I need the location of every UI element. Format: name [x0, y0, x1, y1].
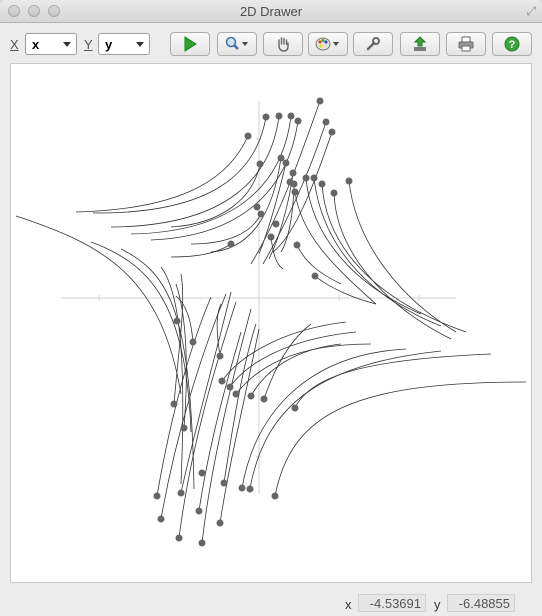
toolbar: X x Y y ?	[0, 23, 542, 63]
export-icon	[413, 36, 427, 51]
app-window: 2D Drawer ⤢ X x Y y ? x -4.53691 y -6.48…	[0, 0, 542, 616]
print-button[interactable]	[446, 32, 486, 56]
x-variable-value: x	[32, 37, 40, 52]
settings-button[interactable]	[353, 32, 393, 56]
hand-icon	[278, 37, 289, 52]
status-bar: x -4.53691 y -6.48855	[0, 590, 542, 616]
magnifier-icon	[225, 36, 248, 50]
palette-icon	[315, 37, 339, 51]
trajectory-curves	[15, 100, 527, 544]
initial-points	[153, 97, 353, 547]
chevron-down-icon	[63, 42, 71, 47]
printer-icon	[458, 36, 474, 52]
window-title: 2D Drawer	[239, 4, 303, 19]
title-bar: 2D Drawer ⤢	[0, 0, 542, 23]
wrench-icon	[366, 37, 380, 51]
zoom-tool-button[interactable]	[217, 32, 257, 56]
play-icon	[184, 36, 197, 52]
phase-portrait[interactable]	[11, 64, 531, 582]
cursor-y-label: y	[434, 597, 441, 612]
y-variable-value: y	[105, 37, 113, 52]
y-variable-select[interactable]: y	[98, 33, 150, 55]
help-button[interactable]: ?	[492, 32, 532, 56]
colors-button[interactable]	[308, 32, 348, 56]
cursor-y-value: -6.48855	[447, 594, 515, 612]
x-variable-select[interactable]: x	[25, 33, 77, 55]
run-button[interactable]	[170, 32, 210, 56]
chevron-down-icon	[136, 42, 144, 47]
y-axis-label: Y	[84, 37, 93, 52]
cursor-x-label: x	[345, 597, 352, 612]
pan-tool-button[interactable]	[263, 32, 303, 56]
svg-text:?: ?	[509, 39, 516, 51]
cursor-x-value: -4.53691	[358, 594, 426, 612]
fullscreen-icon[interactable]: ⤢	[526, 4, 536, 19]
export-button[interactable]	[400, 32, 440, 56]
x-axis-label: X	[10, 37, 19, 52]
help-icon: ?	[504, 36, 520, 52]
plot-canvas[interactable]	[10, 63, 532, 583]
